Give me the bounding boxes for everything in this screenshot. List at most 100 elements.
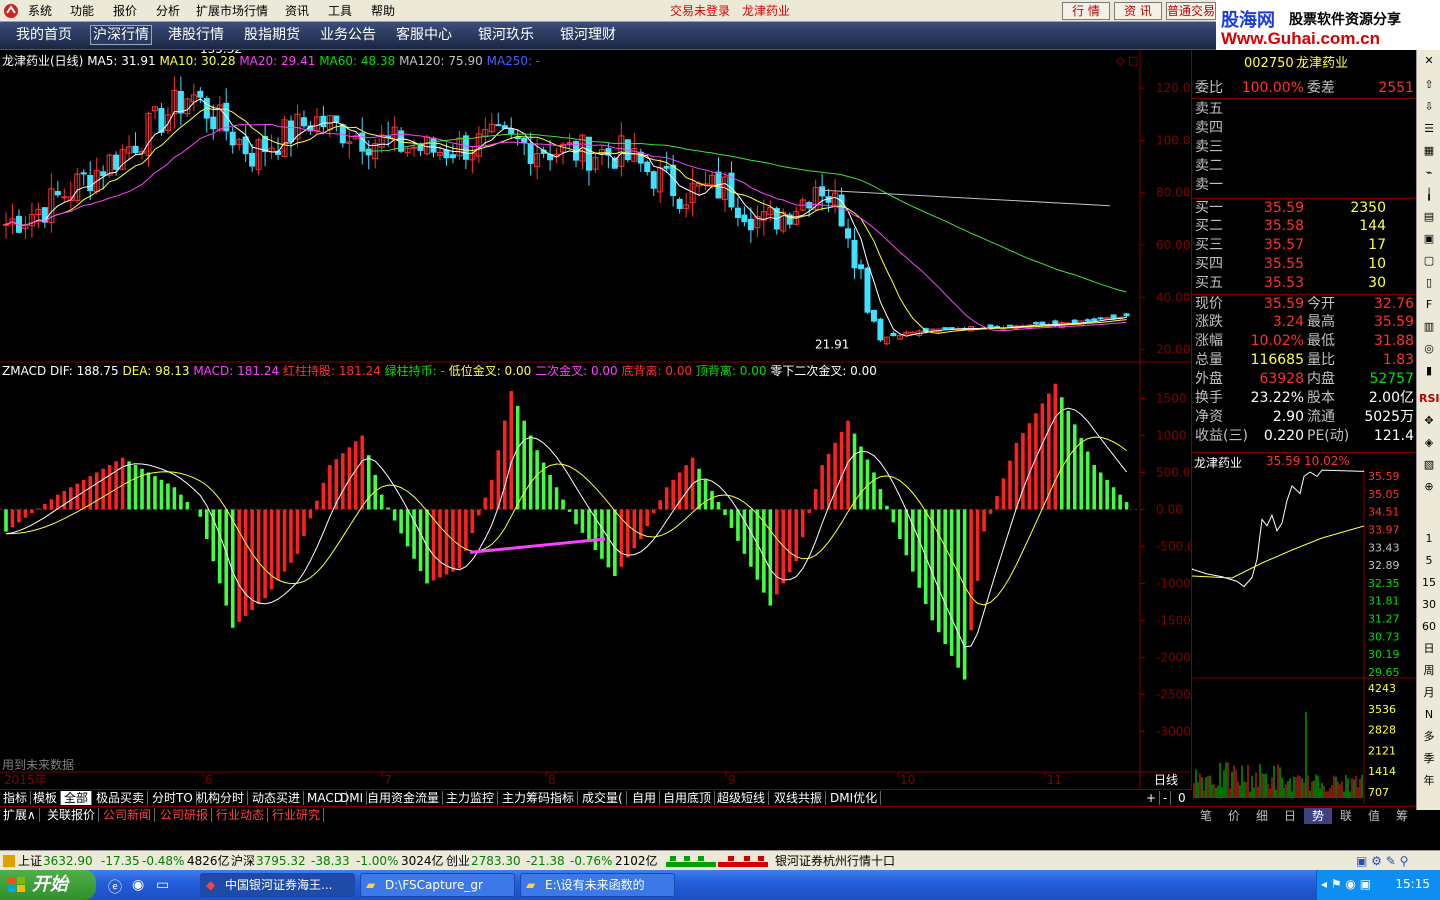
tb-table-icon[interactable]: ▦	[1419, 142, 1439, 160]
tb-f10-icon[interactable]: F	[1419, 296, 1439, 314]
tb-kline-icon[interactable]: ╽	[1419, 186, 1439, 204]
sell-label: 卖二	[1195, 158, 1223, 174]
task-folder-fscapture[interactable]: ▰ D:\FSCapture_gr	[360, 873, 515, 897]
tb-trend-icon[interactable]: ⌁	[1419, 164, 1439, 182]
tb-bar-icon[interactable]: ▮	[1419, 362, 1439, 380]
main-chart-area[interactable]: 120.0 100.0 80.00 60.00 40.00 20.00 1500 1000 50…	[0, 50, 1192, 795]
tb-list-icon[interactable]: ☰	[1419, 120, 1439, 138]
tb-doc-icon[interactable]: ▢	[1419, 252, 1439, 270]
tab-company-news[interactable]: 公司新闻	[100, 808, 156, 822]
nav-hs-market[interactable]: 沪深行情	[90, 25, 152, 45]
menu-help[interactable]: 帮助	[371, 3, 395, 19]
zoom-in-button[interactable]: +	[1143, 791, 1161, 805]
nav-announcements[interactable]: 业务公告	[320, 26, 376, 44]
tab-double-line[interactable]: 双线共振	[771, 791, 827, 805]
tab-company-research[interactable]: 公司研报	[157, 808, 213, 822]
zoom-out-button[interactable]: -	[1160, 791, 1172, 805]
panel-tab-detail[interactable]: 细	[1248, 808, 1276, 824]
tb-up-arrow-icon[interactable]: ⇧	[1419, 76, 1439, 94]
tab-dmi-opt[interactable]: DMI优化	[827, 791, 882, 805]
kline-macd-chart[interactable]: 120.0100.080.0060.0040.0020.001500100050…	[0, 50, 1192, 790]
menu-tools[interactable]: 工具	[328, 3, 352, 19]
period-button[interactable]: 月	[1419, 684, 1439, 702]
period-button[interactable]: 5	[1419, 552, 1439, 570]
tb-zoom-icon[interactable]: ⊕	[1419, 478, 1439, 496]
tb-grid-icon[interactable]: ▤	[1419, 208, 1439, 226]
media-icon[interactable]: ◉	[132, 877, 144, 893]
period-button[interactable]: 周	[1419, 662, 1439, 680]
period-button[interactable]: 年	[1419, 772, 1439, 790]
status-tools-icon[interactable]: ▣ ⚙ ✎ ⚲	[1356, 851, 1408, 871]
tab-ziyong[interactable]: 自用	[629, 791, 661, 805]
ie-icon[interactable]: ⓔ	[108, 877, 122, 897]
tab-jipin[interactable]: 极品买卖	[93, 791, 149, 805]
tab-jigou-fenshi[interactable]: 机构分时	[193, 791, 249, 805]
menu-function[interactable]: 功能	[70, 3, 94, 19]
tab-fund-flow[interactable]: 自用资金流量	[364, 791, 444, 805]
nav-home[interactable]: 我的首页	[16, 26, 72, 44]
tab-related-quote[interactable]: 关联报价	[44, 808, 100, 822]
period-button[interactable]: 60	[1419, 618, 1439, 636]
period-button[interactable]: 季	[1419, 750, 1439, 768]
tb-down-arrow-icon[interactable]: ⇩	[1419, 98, 1439, 116]
menu-news[interactable]: 资讯	[285, 3, 309, 19]
tb-fs-icon[interactable]: ▧	[1419, 456, 1439, 474]
tab-dmi[interactable]: DMI	[337, 791, 368, 805]
nav-index-futures[interactable]: 股指期货	[244, 26, 300, 44]
tab-expand[interactable]: 扩展∧	[0, 808, 40, 822]
tab-main-chips[interactable]: 主力筹码指标	[499, 791, 579, 805]
panel-tab-trend[interactable]: 势	[1304, 808, 1332, 824]
tab-main-monitor[interactable]: 主力监控	[443, 791, 499, 805]
menu-analysis[interactable]: 分析	[156, 3, 180, 19]
nav-service[interactable]: 客服中心	[396, 26, 452, 44]
start-button[interactable]: 开始	[0, 870, 96, 900]
task-trading-app[interactable]: ◆ 中国银河证券海王...	[200, 873, 355, 897]
panel-tab-chips[interactable]: 筹	[1388, 808, 1416, 824]
tab-all[interactable]: 全部	[61, 791, 93, 805]
reset-button[interactable]: 0	[1175, 791, 1189, 805]
menu-quote[interactable]: 报价	[113, 3, 137, 19]
news-button[interactable]: 资 讯	[1114, 2, 1162, 20]
tb-cross-icon[interactable]: ✥	[1419, 412, 1439, 430]
intraday-mini-chart[interactable]: 35.59 35.05 34.51 33.97 33.43 32.89 32.35 31.81…	[1192, 468, 1416, 804]
menu-ext-market[interactable]: 扩展市场行情	[196, 3, 268, 19]
tab-fenshi-to[interactable]: 分时TO	[149, 791, 197, 805]
nav-yinhe-jiule[interactable]: 银河玖乐	[478, 26, 534, 44]
tb-chart-icon[interactable]: ▥	[1419, 318, 1439, 336]
tb-close-icon[interactable]: ✕	[1419, 52, 1439, 70]
tab-ziyong-didi[interactable]: 自用底顶	[660, 791, 716, 805]
tab-dongtai-maijin[interactable]: 动态买进	[249, 791, 305, 805]
period-button[interactable]: 15	[1419, 574, 1439, 592]
tab-industry-news[interactable]: 行业动态	[213, 808, 269, 822]
panel-tab-linked[interactable]: 联	[1332, 808, 1360, 824]
panel-tab-price[interactable]: 价	[1220, 808, 1248, 824]
task-folder-future[interactable]: ▰ E:\设有未来函数的	[520, 873, 675, 897]
tab-super-short[interactable]: 超级短线	[714, 791, 770, 805]
normal-trade-button[interactable]: 普通交易	[1166, 2, 1216, 20]
panel-tab-trades[interactable]: 笔	[1192, 808, 1220, 824]
nav-yinhe-finance[interactable]: 银河理财	[560, 26, 616, 44]
tb-image-icon[interactable]: ▣	[1419, 230, 1439, 248]
period-button[interactable]: 1	[1419, 530, 1439, 548]
quote-button[interactable]: 行 情	[1062, 2, 1110, 20]
tray-icons[interactable]: ◂ ⚑ ◉ ▣	[1321, 877, 1371, 891]
period-button[interactable]: 日	[1419, 640, 1439, 658]
tab-volume[interactable]: 成交量(	[579, 791, 627, 805]
panel-tab-value[interactable]: 值	[1360, 808, 1388, 824]
period-button[interactable]: N	[1419, 706, 1439, 724]
nav-hk-market[interactable]: 港股行情	[168, 26, 224, 44]
macd-bar	[1001, 478, 1006, 510]
tab-indicator[interactable]: 指标	[0, 791, 32, 805]
tab-industry-research[interactable]: 行业研究	[269, 808, 325, 822]
server-name[interactable]: 银河证券杭州行情十口	[775, 851, 895, 871]
period-button[interactable]: 30	[1419, 596, 1439, 614]
tb-rsi-icon[interactable]: RSI	[1419, 390, 1440, 408]
tab-template[interactable]: 模板	[30, 791, 62, 805]
menu-system[interactable]: 系统	[28, 3, 52, 19]
panel-tab-daily[interactable]: 日	[1276, 808, 1304, 824]
desktop-icon[interactable]: ▭	[156, 877, 169, 893]
tb-page-icon[interactable]: ▯	[1419, 274, 1439, 292]
tb-circle-icon[interactable]: ◎	[1419, 340, 1439, 358]
tb-nav-icon[interactable]: ◈	[1419, 434, 1439, 452]
period-button[interactable]: 多	[1419, 728, 1439, 746]
